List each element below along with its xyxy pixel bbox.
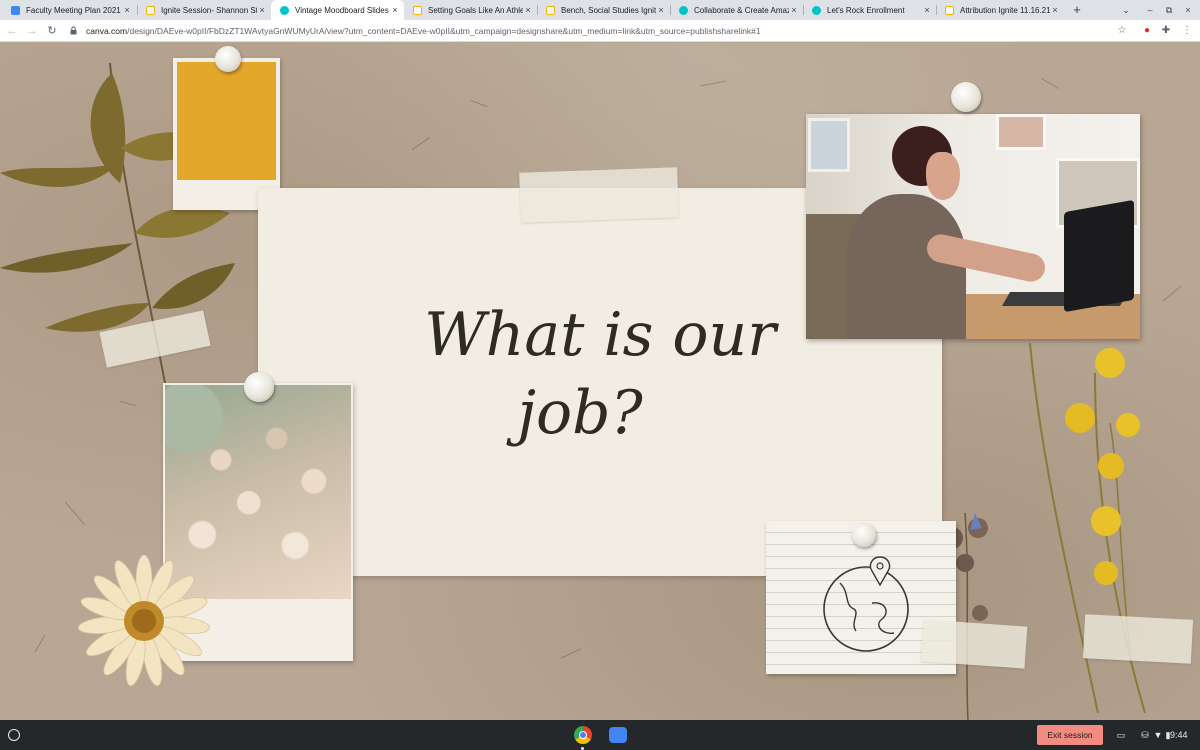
os-shelf: Exit session ▭ ⛁ ▼ ▮ 9:44 <box>0 720 1200 750</box>
photo-wall-art <box>996 114 1046 150</box>
reload-button[interactable]: ↻ <box>44 20 60 42</box>
lock-icon <box>68 25 78 37</box>
url-text: canva.com/design/DAEve-w0pII/FbDzZT1WAvt… <box>86 26 761 36</box>
paper-fiber <box>700 80 726 87</box>
slides-icon <box>413 5 422 15</box>
moodboard-slide: What is our job? <box>0 43 1200 720</box>
tab-lets-rock-enrollment[interactable]: Let's Rock Enrollment × <box>803 0 936 20</box>
files-app-icon[interactable] <box>609 727 627 743</box>
close-icon[interactable]: × <box>257 5 267 15</box>
washi-tape <box>920 619 1028 669</box>
slides-icon <box>146 5 155 15</box>
browser-menu-icon[interactable]: ⋮ <box>1180 20 1194 42</box>
minimize-button[interactable]: – <box>1143 0 1157 20</box>
paper-fiber <box>470 99 488 108</box>
url-path: /design/DAEve-w0pII/FbDzZT1WAvtyaGnWUMyU… <box>127 26 761 36</box>
paper-fiber <box>1041 78 1059 89</box>
close-icon[interactable]: × <box>523 5 533 15</box>
close-icon[interactable]: × <box>1050 5 1060 15</box>
back-button[interactable]: ← <box>4 20 20 42</box>
photo-person-face <box>926 152 960 200</box>
tab-title: Vintage Moodboard Slides <box>295 5 389 15</box>
browser-toolbar: ← → ↻ canva.com/design/DAEve-w0pII/FbDzZ… <box>0 20 1200 42</box>
tab-title: Bench, Social Studies Ignite <box>561 5 656 15</box>
tab-title: Setting Goals Like An Athle <box>428 5 523 15</box>
tab-bench-social-studies[interactable]: Bench, Social Studies Ignite × <box>537 0 670 20</box>
close-icon[interactable]: × <box>122 5 132 15</box>
paper-fiber <box>411 136 431 151</box>
tab-title: Let's Rock Enrollment <box>827 5 905 15</box>
extension-record-icon[interactable]: ● <box>1140 20 1154 42</box>
mustard-swatch <box>177 62 276 180</box>
paper-fiber <box>1162 285 1182 302</box>
paper-fiber <box>34 634 46 653</box>
photo-wall-art <box>808 118 850 172</box>
bookmark-star-icon[interactable]: ☆ <box>1115 20 1129 42</box>
close-icon[interactable]: × <box>789 5 799 15</box>
close-window-button[interactable]: × <box>1181 0 1195 20</box>
slides-icon <box>945 5 954 15</box>
tab-vintage-moodboard-slides[interactable]: Vintage Moodboard Slides × <box>271 0 404 20</box>
paper-fiber <box>64 501 86 526</box>
paper-fiber <box>560 648 582 659</box>
extensions-puzzle-icon[interactable]: ✚ <box>1159 20 1173 42</box>
woman-at-laptop-photo <box>806 114 1140 339</box>
close-icon[interactable]: × <box>922 5 932 15</box>
washi-tape <box>519 167 679 223</box>
slides-icon <box>546 5 555 15</box>
pushpin-icon <box>852 523 876 547</box>
canva-icon <box>812 5 821 15</box>
pushpin-icon <box>215 46 241 72</box>
tab-title: Ignite Session- Shannon St <box>161 5 257 15</box>
launcher-icon[interactable] <box>8 729 20 741</box>
tab-search-button[interactable]: ⌄ <box>1119 0 1133 20</box>
close-icon[interactable]: × <box>656 5 666 15</box>
pushpin-icon <box>244 372 274 402</box>
exit-session-button[interactable]: Exit session <box>1037 725 1103 745</box>
new-tab-button[interactable]: + <box>1070 0 1084 20</box>
paper-fiber <box>120 400 136 407</box>
close-icon[interactable]: × <box>390 5 400 15</box>
daisy-decoration <box>78 555 210 687</box>
tab-strip: Faculty Meeting Plan 2021 × Ignite Sessi… <box>0 0 1200 20</box>
tab-attribution-ignite[interactable]: Attribution Ignite 11.16.21 × <box>936 0 1064 20</box>
washi-tape <box>1082 614 1194 664</box>
photo-person-body <box>846 194 966 339</box>
tab-ignite-session[interactable]: Ignite Session- Shannon St × <box>137 0 271 20</box>
tab-title: Attribution Ignite 11.16.21 <box>960 5 1050 15</box>
tab-collaborate-create[interactable]: Collaborate & Create Amaz × <box>670 0 803 20</box>
url-host: canva.com <box>86 26 128 36</box>
address-bar[interactable]: canva.com/design/DAEve-w0pII/FbDzZT1WAvt… <box>68 23 1108 39</box>
forward-button[interactable]: → <box>24 20 40 42</box>
globe-icon <box>823 556 909 652</box>
chrome-app-icon[interactable] <box>574 726 592 744</box>
screen-capture-icon[interactable]: ▭ <box>1115 727 1127 743</box>
managed-device-icon[interactable]: ⛁ <box>1139 727 1151 743</box>
restore-button[interactable]: ⧉ <box>1162 0 1176 20</box>
headline-line-2: job? <box>517 378 643 448</box>
canva-icon <box>679 5 688 15</box>
tab-title: Collaborate & Create Amaz <box>694 5 789 15</box>
pushpin-icon <box>951 82 981 112</box>
tab-title: Faculty Meeting Plan 2021 <box>26 5 121 15</box>
docs-icon <box>11 5 20 15</box>
canva-icon <box>280 5 289 15</box>
photo-laptop-screen <box>1064 199 1134 313</box>
tab-faculty-meeting-plan[interactable]: Faculty Meeting Plan 2021 × <box>2 0 136 20</box>
tab-setting-goals[interactable]: Setting Goals Like An Athle × <box>404 0 537 20</box>
clock-time[interactable]: 9:44 <box>1170 727 1188 743</box>
